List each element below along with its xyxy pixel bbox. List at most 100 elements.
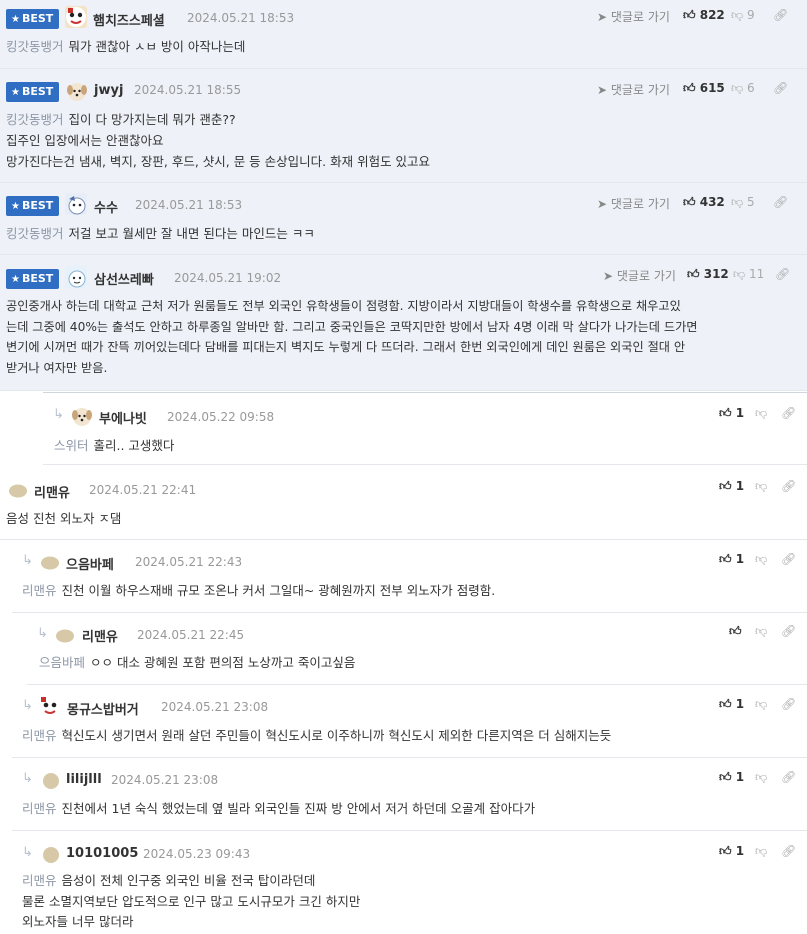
comment-date: 2024.05.21 22:41 [89,483,197,497]
link-icon[interactable]: 🔗︎ [781,697,796,711]
like-button[interactable]: 👍︎ 1 [719,844,744,859]
link-icon[interactable]: 🔗︎ [781,624,796,638]
comment-actions: 👍︎ 1 👎︎ 🔗︎ [719,697,797,713]
reply-arrow-icon: ↳ [37,626,48,641]
goto-reply-link[interactable]: ➤ 댓글로 가기 [597,81,670,98]
goto-reply-link[interactable]: ➤ 댓글로 가기 [597,195,670,212]
user-nickname[interactable]: jwyj [94,83,123,98]
avatar[interactable] [71,405,93,427]
thumbs-up-icon: 👍︎ [719,552,732,566]
comment-date: 2024.05.21 18:53 [135,198,243,212]
user-nickname[interactable]: 몽규스밥버거 [67,699,139,718]
dislike-button[interactable]: 👎︎ [755,552,767,567]
comment-item: ★ BEST jwyj 2024.05.21 18:55 ➤ 댓글로 가기 👍︎ … [0,69,807,183]
comment-actions: 👍︎ 👎︎ 🔗︎ [729,624,797,640]
thumbs-up-icon: 👍︎ [719,697,732,711]
comment-date: 2024.05.21 23:08 [111,773,219,787]
link-icon[interactable]: 🔗︎ [781,479,796,493]
goto-reply-link[interactable]: ➤ 댓글로 가기 [597,8,670,25]
star-icon: ★ [11,201,20,212]
dislike-button[interactable]: 👎︎ [755,770,767,785]
user-nickname[interactable]: 리맨유 [82,626,118,645]
link-icon[interactable]: 🔗︎ [773,81,788,95]
comment-actions: 👍︎ 1 👎︎ 🔗︎ [719,406,797,422]
dislike-button[interactable]: 👎︎ 11 [733,267,764,282]
comment-body: 킹갓동뱅거 뭐가 괜찮아 ㅅㅂ 방이 아작나는데 [6,39,246,54]
reply-target[interactable]: 스위터 [54,438,89,453]
avatar[interactable] [55,627,77,649]
user-nickname[interactable]: 햄치즈스페셜 [93,10,165,29]
comment-body: 공인중개사 하는데 대학교 근처 저가 원룸들도 전부 외국인 유학생들이 점령… [6,299,698,375]
link-icon[interactable]: 🔗︎ [775,267,790,281]
user-nickname[interactable]: 삼선쓰레빠 [94,269,154,288]
reply-target[interactable]: 리맨유 [22,728,57,743]
avatar[interactable] [65,6,87,28]
avatar[interactable] [42,846,60,864]
avatar[interactable] [65,266,87,288]
link-icon[interactable]: 🔗︎ [781,844,796,858]
comment-actions: ➤ 댓글로 가기 👍︎ 432 👎︎ 5 🔗︎ [597,195,797,211]
like-button[interactable]: 👍︎ 1 [719,552,744,567]
reply-target[interactable]: 으음바페 [39,655,85,670]
thumbs-down-icon: 👎︎ [733,267,746,281]
link-icon[interactable]: 🔗︎ [781,770,796,784]
thumbs-up-icon: 👍︎ [719,479,732,493]
link-icon[interactable]: 🔗︎ [773,195,788,209]
comment-body: 킹갓동뱅거 집이 다 망가지는데 뭐가 괜춘?? 집주인 입장에서는 안괜찮아요 … [6,112,431,169]
like-button[interactable]: 👍︎ 615 [683,81,725,96]
dislike-button[interactable]: 👎︎ 5 [731,195,755,210]
like-button[interactable]: 👍︎ 1 [719,406,744,421]
link-icon[interactable]: 🔗︎ [781,406,796,420]
like-button[interactable]: 👍︎ 312 [687,267,729,282]
dislike-button[interactable]: 👎︎ 9 [731,8,755,23]
comment-item: ★ BEST 수수 2024.05.21 18:53 ➤ 댓글로 가기 👍︎ 43… [0,183,807,255]
user-nickname[interactable]: 부에나빗 [99,408,147,427]
like-button[interactable]: 👍︎ 1 [719,770,744,785]
dislike-button[interactable]: 👎︎ [755,406,767,421]
avatar[interactable] [8,482,30,504]
user-nickname[interactable]: lilijlll [66,772,102,787]
avatar[interactable] [38,695,62,719]
user-nickname[interactable]: 리맨유 [34,482,70,501]
reply-target[interactable]: 리맨유 [22,801,57,816]
like-button[interactable]: 👍︎ 1 [719,479,744,494]
like-button[interactable]: 👍︎ 822 [683,8,725,23]
comment-item: 리맨유 2024.05.21 22:41 👍︎ 1 👎︎ 🔗︎ 음성 진천 외노… [0,466,807,540]
user-nickname[interactable]: 으음바페 [66,554,114,573]
dislike-button[interactable]: 👎︎ 6 [731,81,755,96]
reply-target[interactable]: 리맨유 [22,873,57,888]
avatar[interactable] [42,772,60,790]
comment-body: 으음바페 ㅇㅇ 대소 광혜원 포함 편의점 노상까고 죽이고싶음 [39,655,356,670]
user-nickname[interactable]: 10101005 [66,846,138,861]
avatar[interactable] [40,554,62,576]
reply-target[interactable]: 킹갓동뱅거 [6,39,64,54]
comment-body: 킹갓동뱅거 저걸 보고 월세만 잘 내면 된다는 마인드는 ㅋㅋ [6,226,315,241]
thumbs-down-icon: 👎︎ [755,697,768,711]
comment-body: 스위터 홀리.. 고생했다 [54,438,175,453]
send-icon: ➤ [597,197,608,211]
like-button[interactable]: 👍︎ [729,624,742,639]
user-nickname[interactable]: 수수 [94,197,118,216]
thumbs-down-icon: 👎︎ [755,479,768,493]
dislike-button[interactable]: 👎︎ [755,479,767,494]
reply-target[interactable]: 킹갓동뱅거 [6,112,64,127]
comment-item: ↳ 으음바페 2024.05.21 22:43 👍︎ 1 👎︎ 🔗︎ 리맨유 진천… [12,541,807,613]
comment-date: 2024.05.21 23:08 [161,700,269,714]
link-icon[interactable]: 🔗︎ [781,552,796,566]
goto-reply-link[interactable]: ➤ 댓글로 가기 [603,267,676,284]
dislike-button[interactable]: 👎︎ [755,844,767,859]
reply-arrow-icon: ↳ [53,407,64,422]
avatar[interactable] [66,80,88,102]
thumbs-down-icon: 👎︎ [731,195,744,209]
like-button[interactable]: 👍︎ 432 [683,195,725,210]
thumbs-up-icon: 👍︎ [719,844,732,858]
reply-target[interactable]: 리맨유 [22,583,57,598]
avatar[interactable] [65,193,87,215]
like-button[interactable]: 👍︎ 1 [719,697,744,712]
reply-target[interactable]: 킹갓동뱅거 [6,226,64,241]
dislike-button[interactable]: 👎︎ [755,624,767,639]
star-icon: ★ [11,274,20,285]
link-icon[interactable]: 🔗︎ [773,8,788,22]
comment-item: ↳ 10101005 2024.05.23 09:43 👍︎ 1 👎︎ 🔗︎ 리… [12,832,807,934]
dislike-button[interactable]: 👎︎ [755,697,767,712]
